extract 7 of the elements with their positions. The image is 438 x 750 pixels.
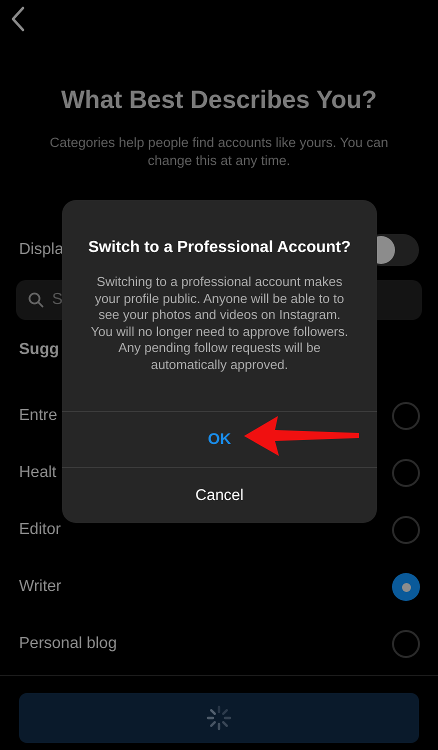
section-label: Sugg <box>19 340 59 358</box>
page-subtitle: Categories help people find accounts like yours. You can change this at any time. <box>48 134 390 170</box>
page-title: What Best Describes You? <box>60 85 378 116</box>
dialog-message: Switching to a professional account makes your profile public. Anyone will be able to to see your photos and videos on Instagram. You will no longer need to approve followers. Any pending follow requests will be automatically approved. <box>90 274 350 373</box>
toggle-label: Displa <box>19 240 64 260</box>
dialog-title: Switch to a Professional Account? <box>87 238 352 258</box>
search-placeholder: S <box>52 290 63 310</box>
